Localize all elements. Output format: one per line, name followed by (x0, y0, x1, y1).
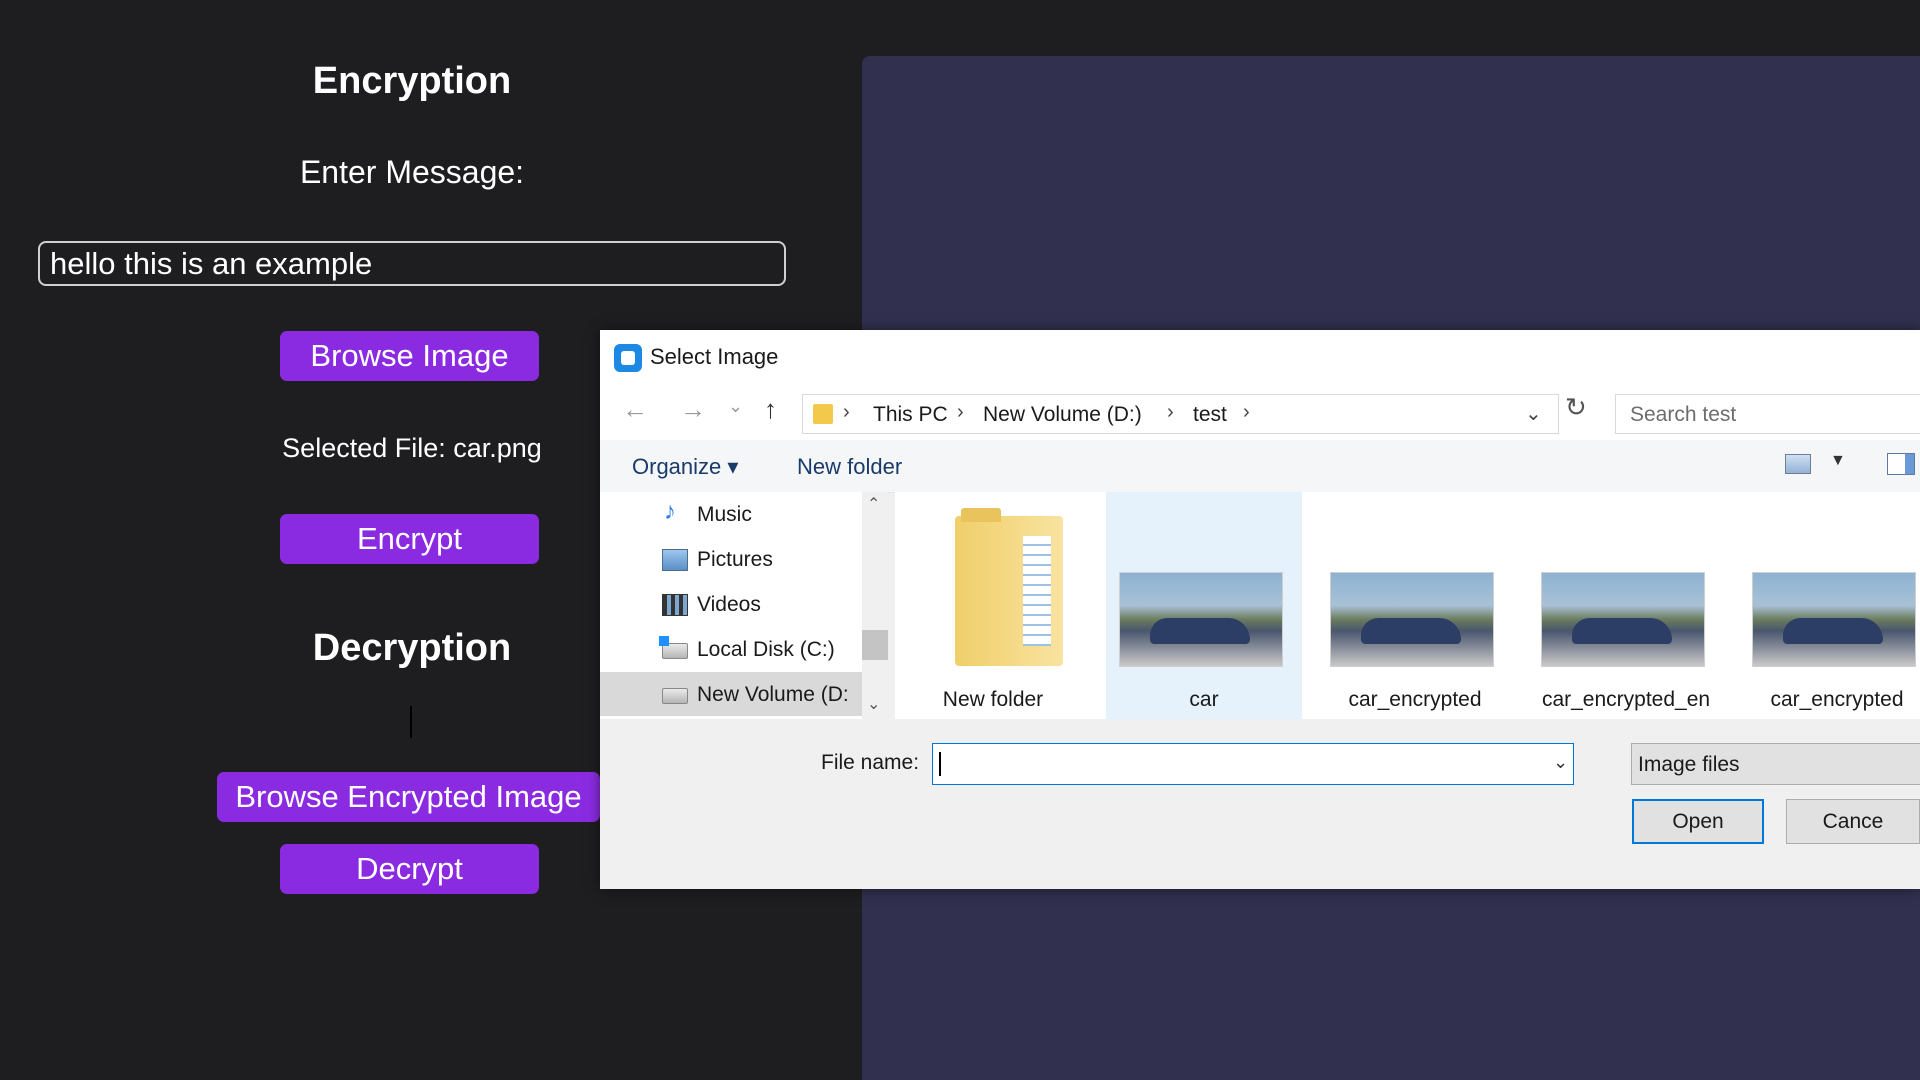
breadcrumb-test[interactable]: test (1193, 403, 1227, 427)
file-name: car (1189, 688, 1219, 711)
folder-icon (813, 404, 833, 424)
encrypt-button[interactable]: Encrypt (280, 514, 539, 564)
drive-icon (659, 636, 688, 659)
nav-item-label: Local Disk (C:) (697, 638, 835, 661)
file-name: car_encrypted (1770, 688, 1904, 711)
folder-icon (955, 508, 1063, 666)
nav-item-videos[interactable]: Videos (600, 582, 862, 626)
file-type-select[interactable]: Image files (1631, 743, 1920, 785)
file-name: car_encrypted (1348, 688, 1482, 711)
nav-item-pictures[interactable]: Pictures (600, 537, 862, 581)
dialog-title: Select Image (650, 344, 779, 369)
scroll-thumb[interactable] (862, 630, 888, 660)
chevron-up-icon[interactable]: ⌃ (867, 494, 880, 514)
nav-item-label: Videos (697, 593, 761, 616)
up-arrow-icon[interactable]: ↑ (764, 394, 777, 425)
chevron-down-icon[interactable]: ⌄ (1553, 752, 1568, 773)
forward-arrow-icon[interactable]: → (680, 394, 706, 425)
refresh-icon[interactable]: ↻ (1565, 392, 1587, 423)
chevron-right-icon: › (1167, 401, 1174, 423)
dialog-toolbar: Organize ▾ New folder ▼ (600, 440, 1920, 493)
file-list: New folder car car_encrypted car_encrypt… (895, 492, 1920, 719)
file-item-car[interactable]: car (1106, 492, 1302, 719)
dialog-footer: File name: ⌄ Image files Open Cance (600, 719, 1920, 889)
drive-icon (662, 688, 688, 704)
music-icon: ♪ (664, 498, 676, 525)
file-name-label: File name: (821, 751, 920, 774)
open-button[interactable]: Open (1632, 799, 1764, 844)
recent-chevron-icon[interactable]: ⌄ (728, 396, 743, 417)
image-thumbnail (1752, 572, 1916, 667)
chevron-down-icon[interactable]: ⌄ (867, 694, 880, 714)
back-arrow-icon[interactable]: ← (622, 394, 648, 425)
chevron-right-icon: › (843, 401, 850, 423)
browse-image-button[interactable]: Browse Image (280, 331, 539, 381)
message-label: Enter Message: (299, 154, 525, 190)
nav-item-label: New Volume (D: (697, 683, 849, 706)
videos-icon (662, 594, 688, 616)
navigation-pane: ♪ Music Pictures Videos Local Disk (C:) … (600, 492, 888, 719)
file-name: New folder (942, 688, 1044, 711)
text-caret (939, 752, 941, 776)
dialog-titlebar: Select Image (600, 330, 1920, 384)
pictures-icon (662, 549, 688, 571)
nav-item-music[interactable]: ♪ Music (600, 492, 862, 536)
new-folder-button[interactable]: New folder (797, 454, 902, 480)
view-dropdown-icon[interactable]: ▼ (1830, 452, 1846, 470)
file-item-car-encrypted[interactable]: car_encrypted (1317, 492, 1513, 719)
decrypt-button[interactable]: Decrypt (280, 844, 539, 894)
cancel-button[interactable]: Cance (1786, 799, 1920, 844)
image-thumbnail (1330, 572, 1494, 667)
chevron-right-icon: › (1243, 401, 1250, 423)
app-icon (614, 344, 642, 372)
nav-item-label: Music (697, 503, 752, 526)
search-input[interactable]: Search test (1615, 394, 1920, 434)
encryption-heading: Encryption (312, 60, 512, 102)
select-image-dialog: Select Image ← → ⌄ ↑ › This PC › New Vol… (600, 330, 1920, 889)
file-item-car-encrypted-en[interactable]: car_encrypted_en (1528, 492, 1724, 719)
breadcrumb-new-volume[interactable]: New Volume (D:) (983, 403, 1142, 427)
preview-pane-icon[interactable] (1887, 453, 1915, 475)
nav-item-new-volume[interactable]: New Volume (D: (600, 672, 862, 716)
file-item-car-encrypted-2[interactable]: car_encrypted (1739, 492, 1920, 719)
breadcrumb-this-pc[interactable]: This PC (873, 403, 948, 427)
address-dropdown-icon[interactable]: ⌄ (1525, 401, 1542, 426)
file-name-input[interactable]: ⌄ (932, 743, 1574, 785)
nav-item-local-disk[interactable]: Local Disk (C:) (600, 627, 862, 671)
nav-scrollbar[interactable]: ⌃ ⌄ (862, 492, 888, 719)
chevron-right-icon: › (957, 401, 964, 423)
dialog-navbar: ← → ⌄ ↑ › This PC › New Volume (D:) › te… (600, 384, 1920, 440)
image-thumbnail (1119, 572, 1283, 667)
address-bar[interactable]: › This PC › New Volume (D:) › test › ⌄ (802, 394, 1559, 434)
file-name: car_encrypted_en (1541, 688, 1711, 711)
message-input[interactable] (38, 241, 786, 286)
view-options-icon[interactable] (1785, 454, 1811, 474)
organize-button[interactable]: Organize ▾ (632, 454, 738, 480)
image-thumbnail (1541, 572, 1705, 667)
file-item-new-folder[interactable]: New folder (895, 492, 1091, 719)
decrypted-text-cursor (410, 706, 412, 738)
nav-item-label: Pictures (697, 548, 773, 571)
browse-encrypted-image-button[interactable]: Browse Encrypted Image (217, 772, 600, 822)
